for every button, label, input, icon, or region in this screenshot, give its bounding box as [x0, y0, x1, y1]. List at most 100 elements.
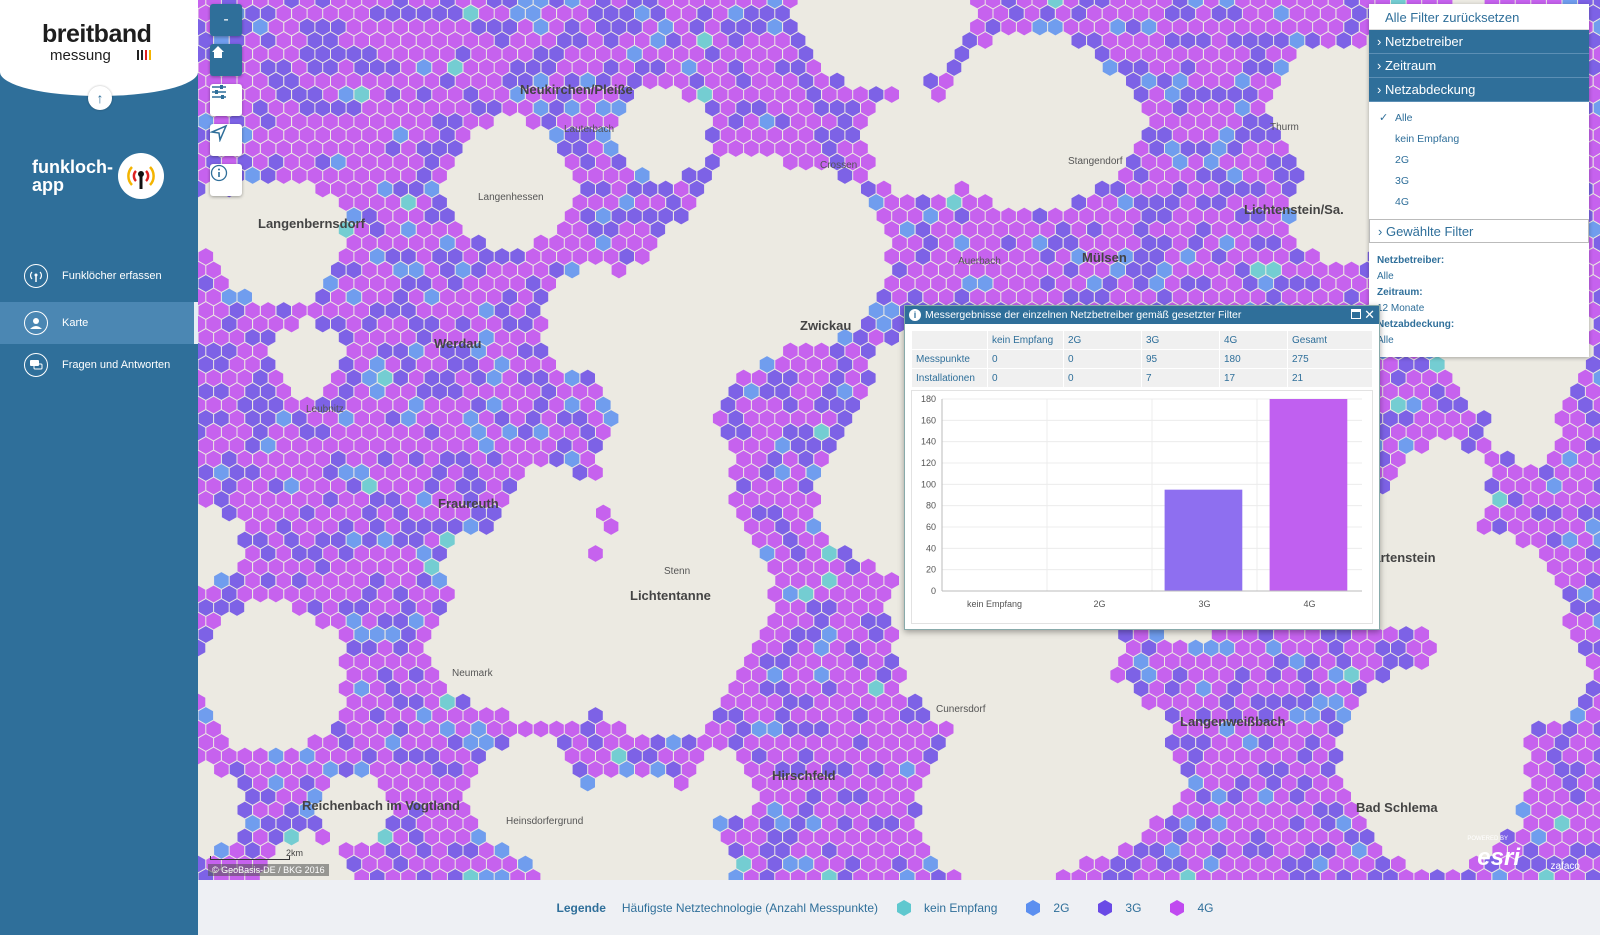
- table-cell: 0: [1063, 368, 1142, 388]
- logo-messung: messung: [50, 47, 111, 64]
- results-chart: 0 20 40 60 80 100 120 140 160 180 kein Empfang 2G 3G…: [911, 390, 1373, 624]
- table-row-label: Installationen: [911, 368, 988, 388]
- coverage-options: ✓ Alle kein Empfang 2G 3G 4G: [1369, 102, 1589, 219]
- coverage-option-kein-empfang[interactable]: kein Empfang: [1369, 129, 1589, 150]
- y-tick-label: 20: [926, 565, 936, 575]
- table-cell: 21: [1287, 368, 1373, 388]
- coverage-option-4g[interactable]: 4G: [1369, 192, 1589, 213]
- sliders-icon: [212, 85, 226, 99]
- filter-panel: Alle Filter zurücksetzen › Netzbetreiber…: [1369, 4, 1589, 357]
- coverage-option-2g[interactable]: 2G: [1369, 150, 1589, 171]
- results-popup: i Messergebnisse der einzelnen Netzbetre…: [904, 305, 1380, 630]
- y-tick-label: 40: [926, 543, 936, 553]
- nav-label: Fragen und Antworten: [62, 358, 171, 371]
- maximize-icon[interactable]: [1351, 309, 1361, 319]
- selected-key: Netzbetreiber:: [1377, 255, 1445, 266]
- filter-netzbetreiber[interactable]: › Netzbetreiber: [1369, 30, 1589, 54]
- table-cell: 0: [1063, 349, 1142, 369]
- coverage-option-alle[interactable]: ✓ Alle: [1369, 108, 1589, 129]
- popup-title: Messergebnisse der einzelnen Netzbetreib…: [925, 309, 1242, 321]
- x-tick-label: 3G: [1198, 599, 1210, 609]
- legend-item-3g: 3G: [1097, 899, 1142, 916]
- y-tick-label: 160: [921, 415, 936, 425]
- logo-area: breitband messung: [0, 0, 198, 96]
- selected-value: 12 Monate: [1377, 303, 1425, 314]
- y-tick-label: 100: [921, 479, 936, 489]
- town-label: Neukirchen/Pleiße: [520, 82, 633, 97]
- nav-fragen-und-antworten[interactable]: Fragen und Antworten: [0, 350, 198, 380]
- table-cell: 95: [1141, 349, 1220, 369]
- nav-label: Funklöcher erfassen: [62, 269, 162, 282]
- logo-bars-icon: [137, 50, 151, 60]
- scale-bar: [210, 856, 290, 860]
- legend-item-kein-empfang: kein Empfang: [896, 899, 998, 916]
- x-tick-label: kein Empfang: [967, 599, 1022, 609]
- chart-bar: [1164, 489, 1243, 591]
- chat-icon: [24, 353, 48, 377]
- town-label: Lichtentanne: [630, 588, 711, 603]
- filter-head-label: Netzabdeckung: [1384, 82, 1476, 97]
- town-label: Crossen: [820, 160, 858, 171]
- y-tick-label: 140: [921, 437, 936, 447]
- table-row: Messpunkte 0 0 95 180 275: [911, 349, 1373, 369]
- town-label: Heinsdorfergrund: [506, 816, 584, 827]
- town-label: Auerbach: [958, 256, 1001, 267]
- nav-label: Karte: [62, 316, 89, 329]
- legend-label: 4G: [1197, 900, 1214, 915]
- town-label: Stenn: [664, 566, 691, 577]
- antenna-nav-icon: [24, 264, 48, 288]
- map-user-icon: [24, 311, 48, 335]
- legend-label: kein Empfang: [924, 900, 998, 915]
- chart-bar: [1269, 399, 1348, 591]
- nav-karte[interactable]: Karte: [0, 302, 198, 344]
- zoom-out-button[interactable]: -: [210, 4, 242, 36]
- town-label: Langenhessen: [478, 192, 544, 203]
- locate-button[interactable]: [210, 124, 242, 156]
- table-header-cell: [911, 330, 988, 350]
- town-label: Lichtenstein/Sa.: [1244, 202, 1344, 217]
- table-header-cell: 4G: [1219, 330, 1288, 350]
- hexagon-icon: [1026, 899, 1041, 916]
- map-copyright: © GeoBasis-DE / BKG 2016: [208, 864, 329, 876]
- info-button[interactable]: [210, 164, 242, 196]
- filter-settings-button[interactable]: [210, 84, 242, 116]
- selected-key: Zeitraum:: [1377, 287, 1423, 298]
- table-row-label: Messpunkte: [911, 349, 988, 369]
- hexagon-icon: [1098, 899, 1113, 916]
- selected-value: Alle: [1377, 335, 1394, 346]
- coverage-option-3g[interactable]: 3G: [1369, 171, 1589, 192]
- table-header-cell: 3G: [1141, 330, 1220, 350]
- town-label: Stangendorf: [1068, 156, 1123, 167]
- checkmark-icon: ✓: [1379, 112, 1389, 124]
- popup-title-bar[interactable]: i Messergebnisse der einzelnen Netzbetre…: [905, 306, 1379, 324]
- legend-item-2g: 2G: [1025, 899, 1069, 916]
- reset-filters-button[interactable]: Alle Filter zurücksetzen: [1369, 4, 1589, 30]
- selected-filters: Netzbetreiber: Alle Zeitraum: 12 Monate …: [1369, 243, 1589, 357]
- legend-title: Legende: [556, 900, 606, 915]
- sidebar: breitband messung ↑ funkloch-app Funklöc…: [0, 0, 198, 935]
- filter-zeitraum[interactable]: › Zeitraum: [1369, 54, 1589, 78]
- home-button[interactable]: [210, 44, 242, 76]
- town-label: Langenbernsdorf: [258, 216, 365, 231]
- table-header-cell: 2G: [1063, 330, 1142, 350]
- collapse-up-icon[interactable]: ↑: [88, 86, 112, 110]
- table-cell: 180: [1219, 349, 1288, 369]
- table-cell: 17: [1219, 368, 1288, 388]
- legend-label: 3G: [1125, 900, 1142, 915]
- filter-netzabdeckung[interactable]: › Netzabdeckung: [1369, 78, 1589, 102]
- selected-filters-head[interactable]: › Gewählte Filter: [1369, 219, 1589, 243]
- antenna-icon: [118, 153, 164, 199]
- nav-funkloecher-erfassen[interactable]: Funklöcher erfassen: [0, 258, 198, 294]
- y-tick-label: 60: [926, 522, 936, 532]
- town-label: Thurm: [1270, 122, 1299, 133]
- filter-head-label: Zeitraum: [1384, 58, 1437, 73]
- legend-item-4g: 4G: [1169, 899, 1214, 916]
- town-label: Reichenbach im Vogtland: [302, 798, 460, 813]
- close-icon[interactable]: ✕: [1364, 306, 1375, 324]
- town-label: Mülsen: [1082, 250, 1127, 265]
- table-cell: 0: [987, 349, 1064, 369]
- scale-label: 2km: [286, 848, 304, 858]
- info-icon: [210, 164, 228, 182]
- town-label: Langenweißbach: [1180, 714, 1286, 729]
- town-label: Hirschfeld: [772, 768, 836, 783]
